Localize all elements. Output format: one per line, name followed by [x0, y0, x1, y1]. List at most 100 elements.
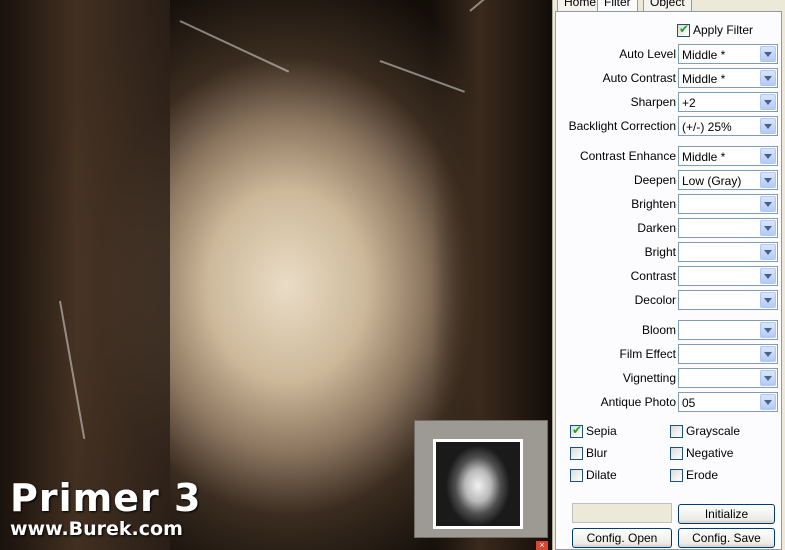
auto-level-value: Middle *: [682, 48, 726, 62]
deepen-select[interactable]: Low (Gray): [678, 170, 778, 190]
vignetting-label: Vignetting: [622, 371, 676, 385]
progress-bar: [572, 503, 672, 523]
blur-label: Blur: [586, 446, 608, 460]
chevron-down-icon[interactable]: [760, 220, 776, 236]
setting-row-contrast-enhance: Contrast Enhance Middle *: [556, 146, 782, 166]
deepen-label: Deepen: [633, 173, 676, 187]
antique-photo-label: Antique Photo: [600, 395, 676, 409]
setting-row-backlight-correction: Backlight Correction (+/-) 25%: [556, 116, 782, 136]
grayscale-label: Grayscale: [686, 424, 741, 438]
negative-label: Negative: [686, 446, 734, 460]
sepia-checkbox[interactable]: Sepia: [570, 423, 617, 438]
setting-row-decolor: Decolor: [556, 290, 782, 310]
thumbnail-image: [433, 439, 523, 529]
darken-label: Darken: [637, 221, 676, 235]
dilate-checkbox-box[interactable]: [570, 468, 583, 482]
grayscale-checkbox-box[interactable]: [670, 424, 683, 438]
chevron-down-icon[interactable]: [760, 70, 776, 86]
contrast-enhance-select[interactable]: Middle *: [678, 146, 778, 166]
blur-checkbox[interactable]: Blur: [570, 446, 607, 460]
chevron-down-icon[interactable]: [760, 370, 776, 386]
chevron-down-icon[interactable]: [760, 118, 776, 134]
setting-row-auto-contrast: Auto Contrast Middle *: [556, 68, 782, 88]
sepia-label: Sepia: [586, 424, 617, 438]
negative-checkbox-box[interactable]: [670, 446, 683, 460]
watermark: Primer 3 www.Burek.com: [10, 478, 201, 540]
chevron-down-icon[interactable]: [760, 196, 776, 212]
bloom-select[interactable]: [678, 320, 778, 340]
erode-checkbox[interactable]: Erode: [670, 468, 718, 482]
chevron-down-icon[interactable]: [760, 244, 776, 260]
apply-filter-checkbox-box[interactable]: [677, 22, 690, 37]
negative-checkbox[interactable]: Negative: [670, 446, 733, 460]
watermark-url: www.Burek.com: [10, 518, 183, 540]
apply-filter-checkbox[interactable]: Apply Filter: [677, 22, 754, 37]
setting-row-sharpen: Sharpen +2: [556, 92, 782, 112]
dilate-checkbox[interactable]: Dilate: [570, 468, 617, 482]
vignetting-select[interactable]: [678, 368, 778, 388]
auto-contrast-value: Middle *: [682, 72, 726, 86]
chevron-down-icon[interactable]: [760, 46, 776, 62]
watermark-title: Primer 3: [10, 476, 202, 520]
setting-row-antique-photo: Antique Photo 05: [556, 392, 782, 412]
chevron-down-icon[interactable]: [760, 94, 776, 110]
brighten-label: Brighten: [631, 197, 676, 211]
bright-select[interactable]: [678, 242, 778, 262]
setting-row-darken: Darken: [556, 218, 782, 238]
setting-row-bright: Bright: [556, 242, 782, 262]
antique-photo-select[interactable]: 05: [678, 392, 778, 412]
photo-scratch: [179, 20, 290, 73]
close-icon[interactable]: ×: [536, 541, 548, 550]
setting-row-vignetting: Vignetting: [556, 368, 782, 388]
deepen-value: Low (Gray): [682, 174, 742, 188]
chevron-down-icon[interactable]: [760, 292, 776, 308]
chevron-down-icon[interactable]: [760, 394, 776, 410]
contrast-select[interactable]: [678, 266, 778, 286]
chevron-down-icon[interactable]: [760, 268, 776, 284]
film-effect-label: Film Effect: [619, 347, 676, 361]
auto-contrast-label: Auto Contrast: [602, 71, 676, 85]
auto-level-label: Auto Level: [619, 47, 676, 61]
auto-level-select[interactable]: Middle *: [678, 44, 778, 64]
contrast-enhance-value: Middle *: [682, 150, 726, 164]
auto-contrast-select[interactable]: Middle *: [678, 68, 778, 88]
setting-row-auto-level: Auto Level Middle *: [556, 44, 782, 64]
erode-checkbox-box[interactable]: [670, 468, 683, 482]
backlight-correction-value: (+/-) 25%: [682, 120, 732, 134]
setting-row-deepen: Deepen Low (Gray): [556, 170, 782, 190]
bright-label: Bright: [644, 245, 676, 259]
contrast-label: Contrast: [630, 269, 676, 283]
sharpen-value: +2: [682, 96, 696, 110]
chevron-down-icon[interactable]: [760, 322, 776, 338]
filter-tab-body: Apply Filter Auto LevelMiddle *Auto Cont…: [555, 11, 782, 550]
brighten-select[interactable]: [678, 194, 778, 214]
photo-preview[interactable]: Primer 3 www.Burek.com ×: [0, 0, 552, 550]
blur-checkbox-box[interactable]: [570, 446, 583, 460]
sepia-checkbox-box[interactable]: [570, 423, 583, 438]
erode-label: Erode: [686, 468, 719, 482]
chevron-down-icon[interactable]: [760, 172, 776, 188]
tab-object[interactable]: Object: [643, 0, 692, 11]
config-open-button[interactable]: Config. Open: [572, 528, 672, 548]
dilate-label: Dilate: [586, 468, 617, 482]
film-effect-select[interactable]: [678, 344, 778, 364]
apply-filter-label: Apply Filter: [693, 23, 754, 37]
initialize-button[interactable]: Initialize: [678, 504, 775, 524]
sharpen-select[interactable]: +2: [678, 92, 778, 112]
setting-row-brighten: Brighten: [556, 194, 782, 214]
chevron-down-icon[interactable]: [760, 346, 776, 362]
decolor-label: Decolor: [634, 293, 676, 307]
grayscale-checkbox[interactable]: Grayscale: [670, 424, 740, 438]
config-save-button[interactable]: Config. Save: [678, 528, 775, 548]
backlight-correction-label: Backlight Correction: [568, 119, 676, 133]
sharpen-label: Sharpen: [630, 95, 676, 109]
photo-hair-left: [0, 0, 170, 550]
setting-row-bloom: Bloom: [556, 320, 782, 340]
decolor-select[interactable]: [678, 290, 778, 310]
thumbnail-navigator[interactable]: [414, 420, 548, 538]
darken-select[interactable]: [678, 218, 778, 238]
contrast-enhance-label: Contrast Enhance: [579, 149, 676, 163]
backlight-correction-select[interactable]: (+/-) 25%: [678, 116, 778, 136]
filter-panel: Home Filter Object Apply Filter Auto Lev…: [552, 0, 785, 550]
chevron-down-icon[interactable]: [760, 148, 776, 164]
